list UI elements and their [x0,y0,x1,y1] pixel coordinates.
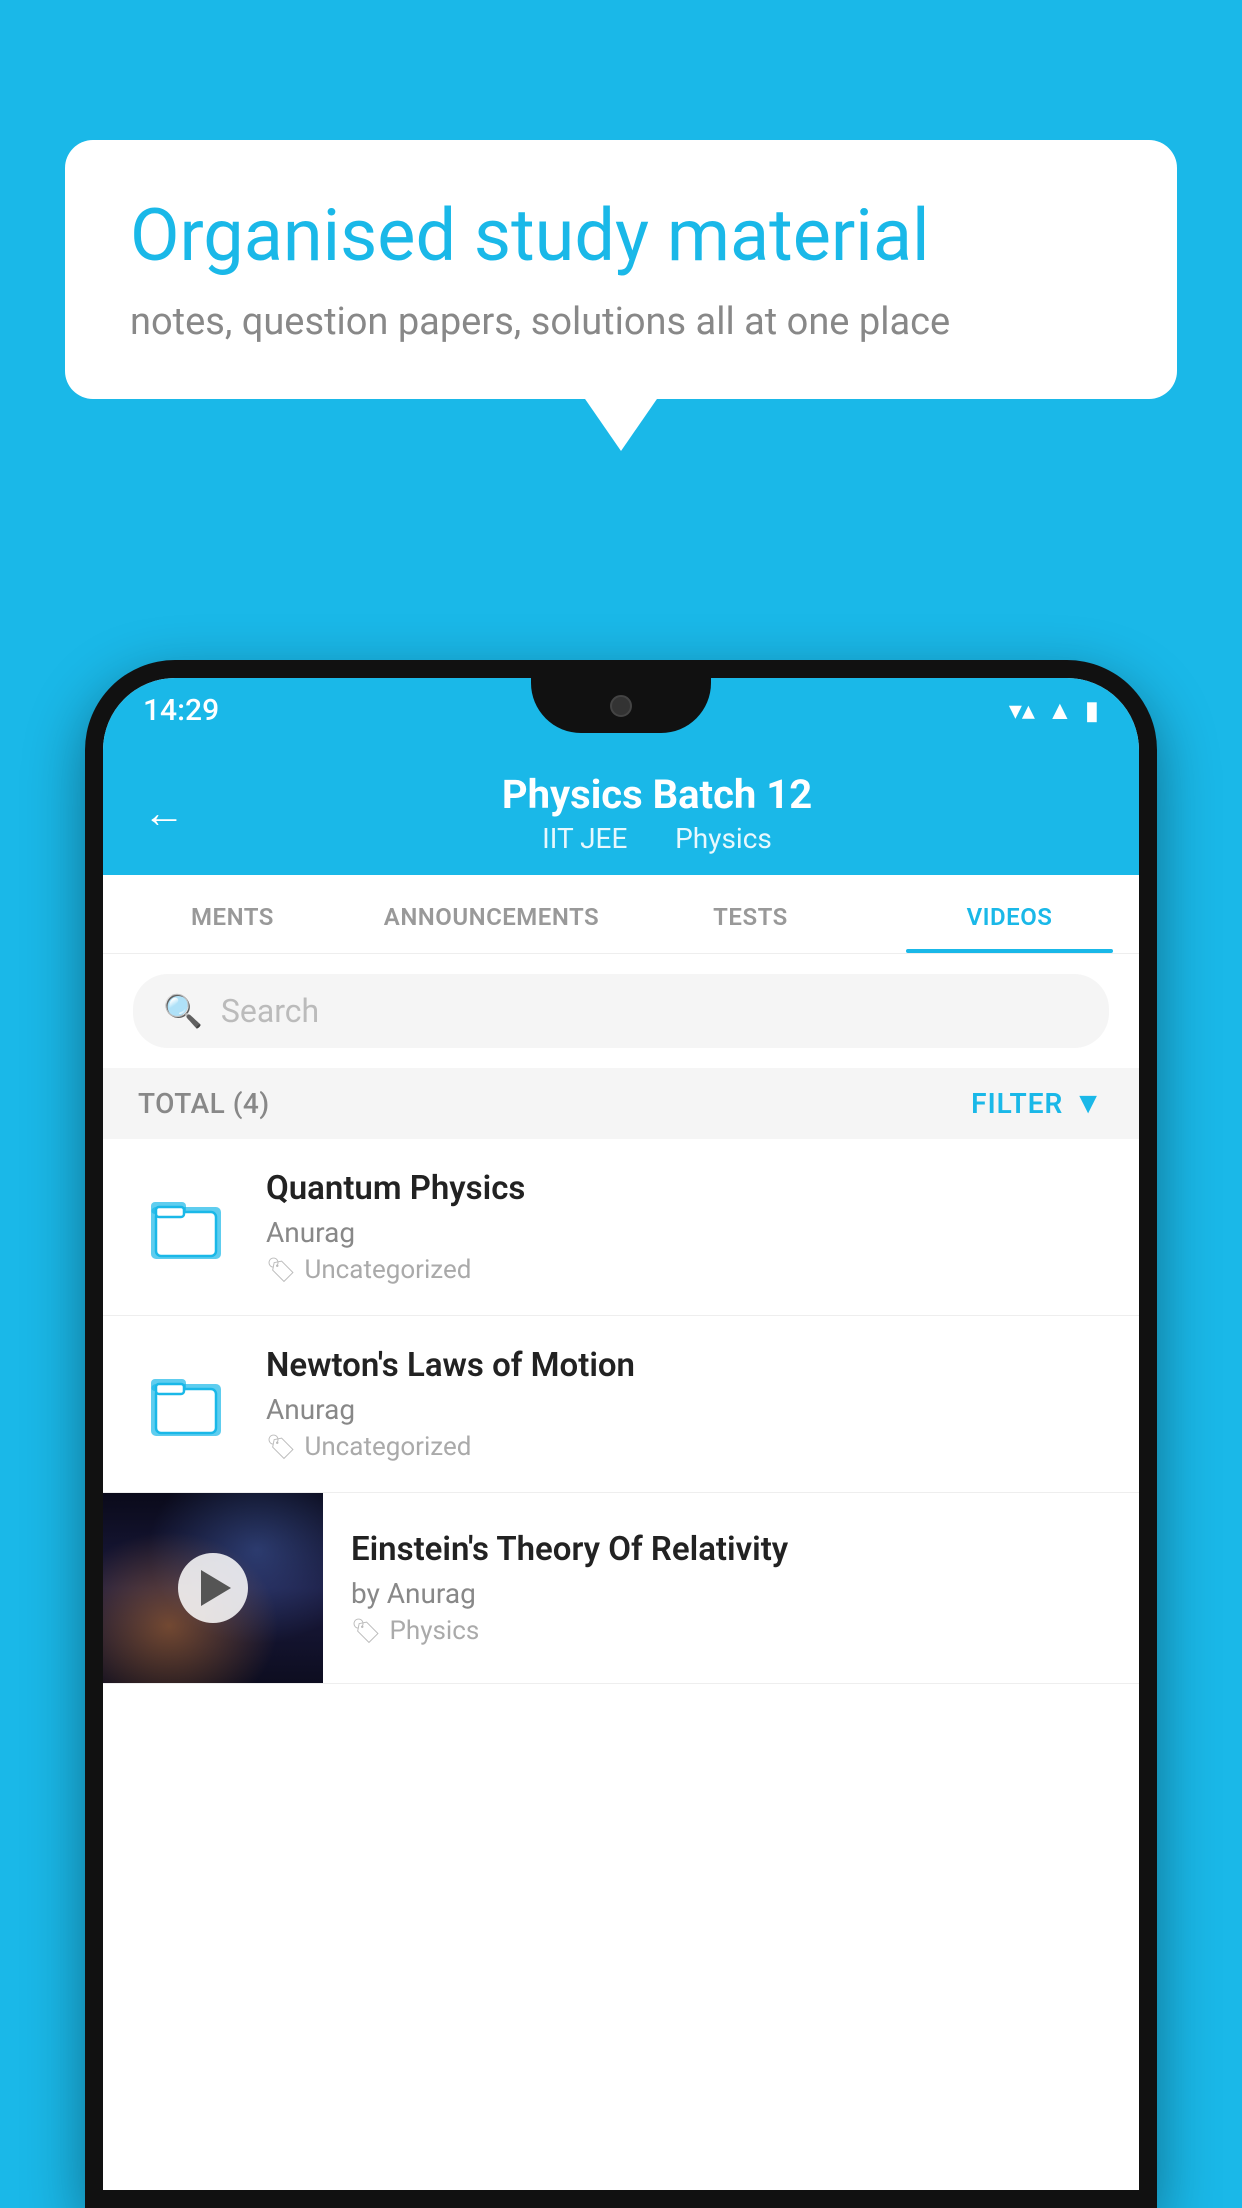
subtitle-physics: Physics [675,822,772,855]
app-header: ← Physics Batch 12 IIT JEE Physics [103,743,1139,875]
camera-notch [610,695,632,717]
tag-label: Uncategorized [304,1432,471,1462]
speech-bubble: Organised study material notes, question… [65,140,1177,399]
play-button[interactable] [178,1553,248,1623]
tab-announcements[interactable]: ANNOUNCEMENTS [362,875,621,953]
tab-videos[interactable]: VIDEOS [880,875,1139,953]
video-author: Anurag [266,1393,1104,1426]
folder-icon-wrap [138,1187,238,1267]
status-time: 14:29 [143,693,219,728]
tag-label: Uncategorized [304,1255,471,1285]
status-icons: ▾▴ ▲ ▮ [1009,695,1099,726]
folder-icon [151,1364,226,1444]
notch [531,678,711,733]
video-title: Quantum Physics [266,1169,1104,1208]
play-icon [201,1570,231,1606]
video-tag: 🏷 Uncategorized [266,1432,1104,1462]
video-list: Quantum Physics Anurag 🏷 Uncategorized [103,1139,1139,2190]
video-title: Einstein's Theory Of Relativity [351,1530,1104,1569]
tab-ments[interactable]: MENTS [103,875,362,953]
signal-icon: ▲ [1047,695,1073,726]
search-icon: 🔍 [163,992,203,1030]
filter-icon: ▼ [1073,1086,1104,1121]
video-author: Anurag [266,1216,1104,1249]
total-count: TOTAL (4) [138,1087,270,1120]
speech-bubble-container: Organised study material notes, question… [65,140,1177,399]
filter-bar: TOTAL (4) FILTER ▼ [103,1068,1139,1139]
list-item[interactable]: Quantum Physics Anurag 🏷 Uncategorized [103,1139,1139,1316]
tab-bar: MENTS ANNOUNCEMENTS TESTS VIDEOS [103,875,1139,954]
video-info: Einstein's Theory Of Relativity by Anura… [351,1505,1104,1671]
header-title-block: Physics Batch 12 IIT JEE Physics [215,771,1099,855]
video-info: Quantum Physics Anurag 🏷 Uncategorized [266,1169,1104,1285]
tag-icon: 🏷 [351,1617,381,1645]
subtitle-iit: IIT JEE [542,822,627,855]
tag-label: Physics [389,1616,479,1646]
tag-icon: 🏷 [266,1433,296,1461]
batch-subtitle: IIT JEE Physics [215,822,1099,855]
search-box[interactable]: 🔍 Search [133,974,1109,1048]
filter-label: FILTER [971,1087,1063,1120]
batch-title: Physics Batch 12 [215,771,1099,818]
search-container: 🔍 Search [103,954,1139,1068]
video-author: by Anurag [351,1577,1104,1610]
status-bar: 14:29 ▾▴ ▲ ▮ [103,678,1139,743]
list-item[interactable]: Newton's Laws of Motion Anurag 🏷 Uncateg… [103,1316,1139,1493]
video-thumbnail [103,1493,323,1683]
video-tag: 🏷 Uncategorized [266,1255,1104,1285]
phone-device: 14:29 ▾▴ ▲ ▮ ← Physics Batch 12 IIT JEE … [85,660,1157,2208]
video-title: Newton's Laws of Motion [266,1346,1104,1385]
video-info: Newton's Laws of Motion Anurag 🏷 Uncateg… [266,1346,1104,1462]
folder-icon [151,1187,226,1267]
filter-button[interactable]: FILTER ▼ [971,1086,1104,1121]
tag-icon: 🏷 [266,1256,296,1284]
folder-icon-wrap [138,1364,238,1444]
back-button[interactable]: ← [143,789,185,838]
speech-bubble-heading: Organised study material [130,195,1112,278]
speech-bubble-subtext: notes, question papers, solutions all at… [130,300,1112,344]
video-tag: 🏷 Physics [351,1616,1104,1646]
list-item[interactable]: Einstein's Theory Of Relativity by Anura… [103,1493,1139,1684]
battery-icon: ▮ [1085,696,1099,726]
search-placeholder: Search [221,992,319,1030]
tab-tests[interactable]: TESTS [621,875,880,953]
wifi-icon: ▾▴ [1009,696,1035,726]
phone-screen: 14:29 ▾▴ ▲ ▮ ← Physics Batch 12 IIT JEE … [103,678,1139,2190]
